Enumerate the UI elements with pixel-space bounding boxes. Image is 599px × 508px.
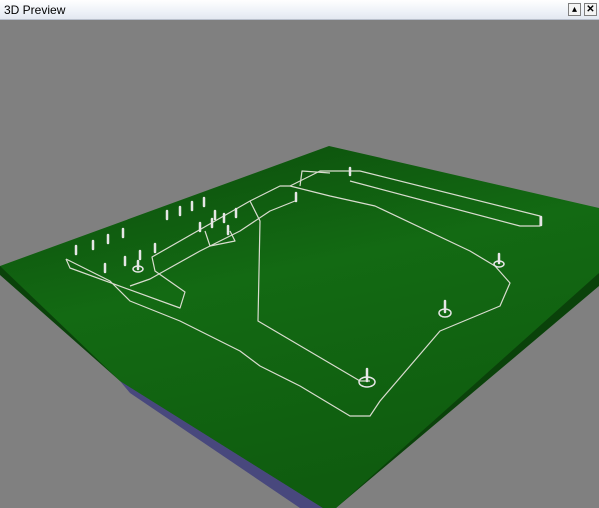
close-button[interactable]: ✕ <box>584 3 597 16</box>
title-bar: 3D Preview ▴ ✕ <box>0 0 599 20</box>
preview-window: 3D Preview ▴ ✕ <box>0 0 599 508</box>
3d-viewport[interactable] <box>0 21 599 508</box>
pcb-board <box>0 146 599 508</box>
minimize-button[interactable]: ▴ <box>568 3 581 16</box>
pcb-scene <box>0 146 599 508</box>
window-title: 3D Preview <box>4 3 66 17</box>
